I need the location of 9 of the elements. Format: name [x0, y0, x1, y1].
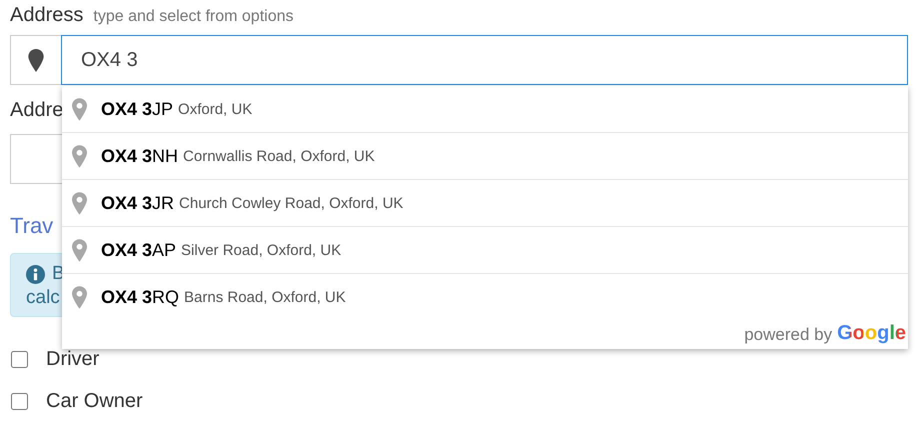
field-hint: type and select from options [93, 8, 294, 26]
alert-text: calc [26, 286, 60, 310]
section-heading: Trav [10, 213, 54, 239]
checkbox-label: Car Owner [46, 390, 143, 412]
checkbox-label: Driver [46, 348, 100, 370]
field-label: Address [10, 4, 84, 27]
brand-logo: Google [837, 322, 906, 345]
field-label: Addre [10, 99, 64, 123]
attribution-text: powered by [744, 325, 832, 345]
